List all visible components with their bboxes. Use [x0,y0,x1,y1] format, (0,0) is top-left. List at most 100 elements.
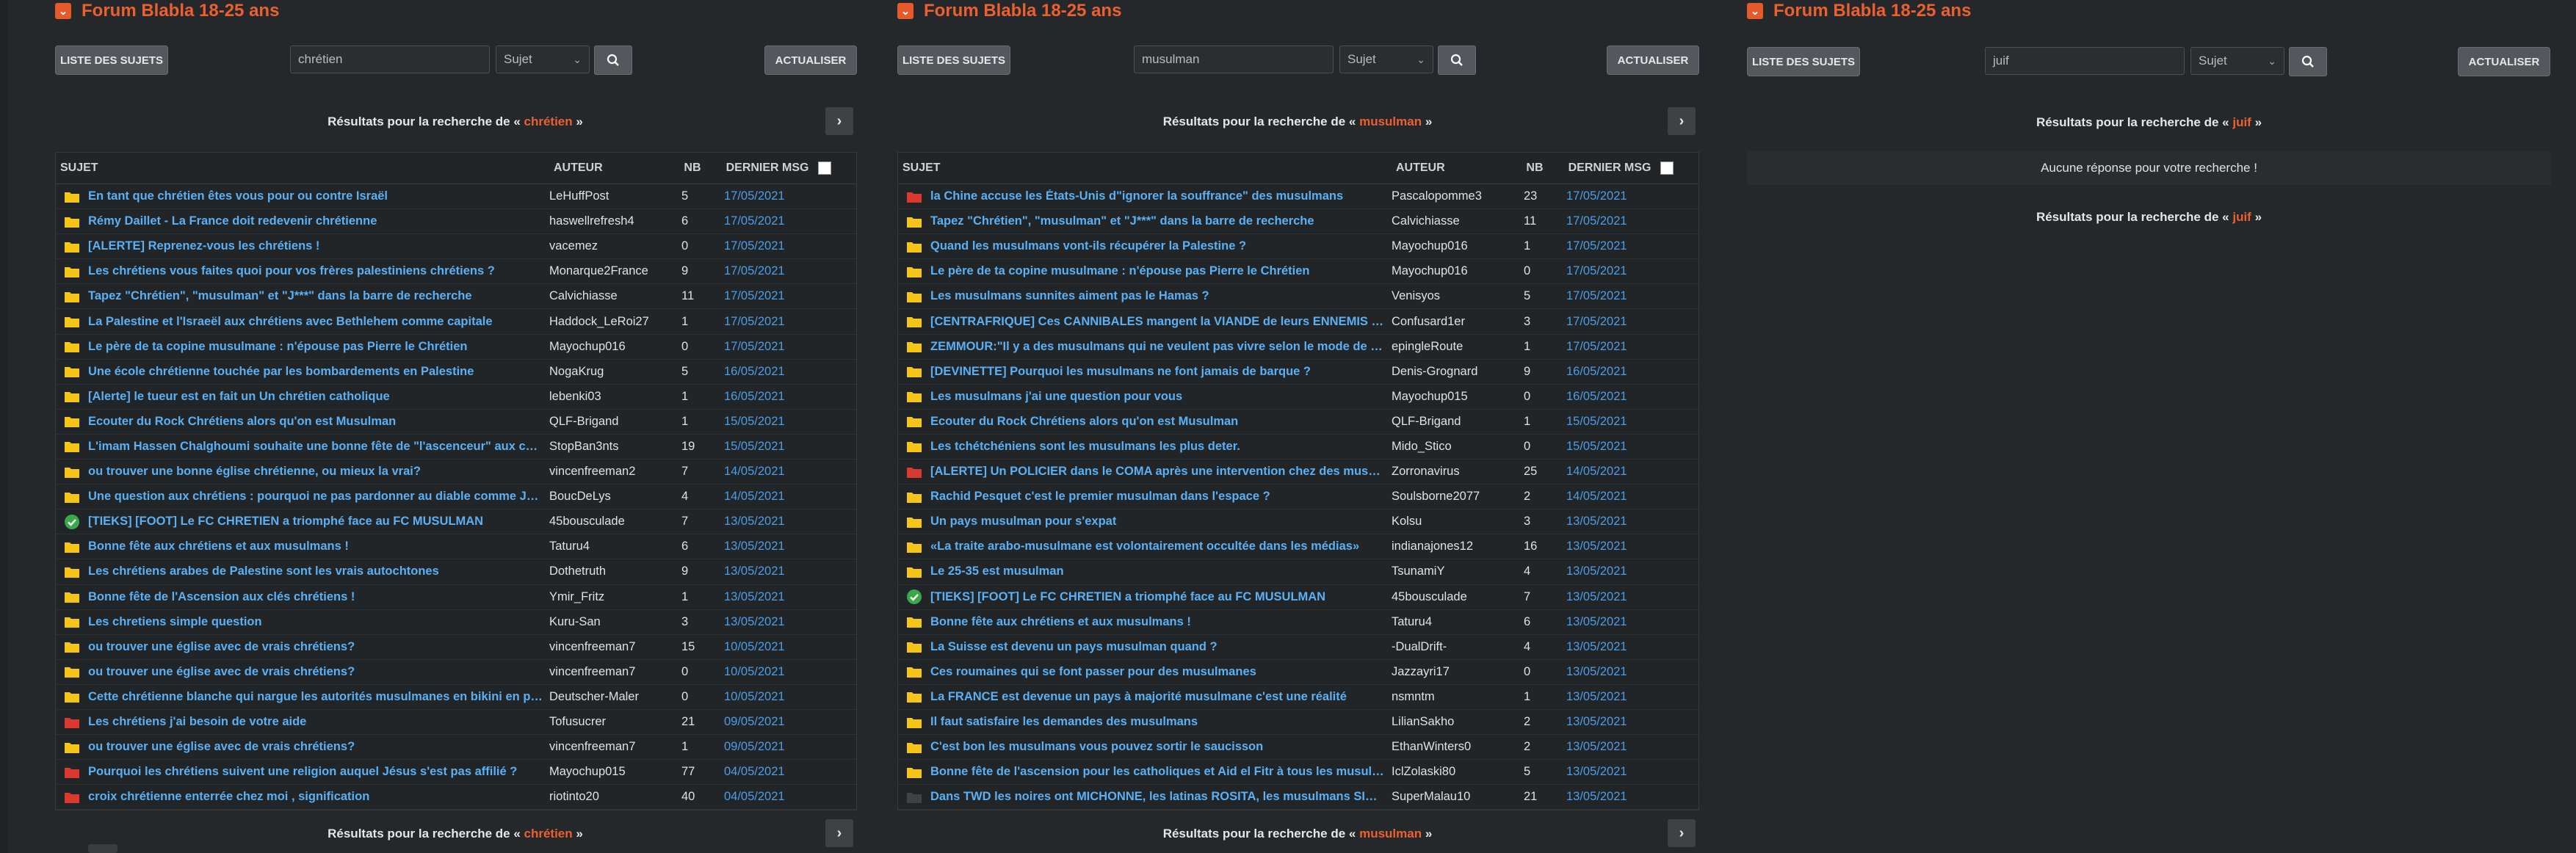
topic-author[interactable]: -DualDrift- [1392,640,1524,654]
table-row[interactable]: [ALERTE] Reprenez-vous les chrétiens ! va… [56,234,856,260]
topic-author[interactable]: Taturu4 [1392,615,1524,629]
topic-link[interactable]: ou trouver une bonne église chrétienne, … [88,465,549,479]
search-scope-select[interactable]: Sujet ⌄ [2190,47,2284,75]
forum-title[interactable]: Forum Blabla 18-25 ans [1773,1,1971,21]
topic-link[interactable]: En tant que chrétien êtes vous pour ou c… [88,189,549,203]
topic-link[interactable]: [Alerte] le tueur est en fait un Un chré… [88,390,549,404]
table-row[interactable]: La FRANCE est devenue un pays à majorité… [898,685,1698,710]
topic-author[interactable]: BoucDeLys [549,490,681,504]
last-message-date[interactable]: 16/05/2021 [724,365,827,379]
topic-author[interactable]: EthanWinters0 [1392,740,1524,754]
topic-link[interactable]: Rachid Pesquet c'est le premier musulman… [930,490,1392,504]
col-last-msg[interactable]: DERNIER MSG [726,161,856,175]
table-row[interactable]: Le 25-35 est musulman TsunamiY 4 13/05/2021 [898,559,1698,585]
last-message-date[interactable]: 13/05/2021 [1566,540,1669,553]
table-row[interactable]: Bonne fête de l'Ascension aux clés chrét… [56,585,856,610]
next-page-arrow[interactable]: › [825,107,853,135]
last-message-date[interactable]: 13/05/2021 [1566,740,1669,754]
topic-author[interactable]: Mayochup016 [549,340,681,354]
table-row[interactable]: Les chrétiens j'ai besoin de votre aide T… [56,710,856,736]
topic-link[interactable]: Le père de ta copine musulmane : n'épous… [88,340,549,354]
col-subject[interactable]: SUJET [898,161,1396,175]
topic-link[interactable]: Le 25-35 est musulman [930,565,1392,578]
list-topics-button[interactable]: LISTE DES SUJETS [1747,47,1860,76]
table-row[interactable]: [ALERTE] Un POLICIER dans le COMA après … [898,460,1698,485]
search-scope-select[interactable]: Sujet ⌄ [496,46,590,73]
topic-link[interactable]: Une école chrétienne touchée par les bom… [88,365,549,379]
topic-link[interactable]: Un pays musulman pour s'expat [930,515,1392,529]
last-message-date[interactable]: 09/05/2021 [724,715,827,729]
search-scope-select[interactable]: Sujet ⌄ [1339,46,1433,73]
last-message-date[interactable]: 13/05/2021 [1566,640,1669,654]
topic-author[interactable]: NogaKrug [549,365,681,379]
last-message-date[interactable]: 04/05/2021 [724,790,827,804]
last-message-date[interactable]: 13/05/2021 [1566,790,1669,804]
last-message-date[interactable]: 13/05/2021 [1566,615,1669,629]
last-message-date[interactable]: 17/05/2021 [1566,239,1669,253]
topic-author[interactable]: lebenki03 [549,390,681,404]
table-row[interactable]: Tapez "Chrétien", "musulman" et "J***" d… [56,284,856,310]
search-button[interactable] [594,46,632,75]
topic-author[interactable]: Soulsborne2077 [1392,490,1524,504]
topic-link[interactable]: C'est bon les musulmans vous pouvez sort… [930,740,1392,754]
table-row[interactable]: Bonne fête aux chrétiens et aux musulman… [898,610,1698,635]
topic-author[interactable]: Pascalopomme3 [1392,189,1524,203]
topic-link[interactable]: Ecouter du Rock Chrétiens alors qu'on es… [930,415,1392,429]
topic-author[interactable]: Jazzayri17 [1392,665,1524,679]
select-all-checkbox[interactable] [817,161,831,175]
last-message-date[interactable]: 13/05/2021 [1566,765,1669,779]
table-row[interactable]: [TIEKS] [FOOT] Le FC CHRETIEN a triomphé… [56,509,856,535]
last-message-date[interactable]: 16/05/2021 [1566,390,1669,404]
topic-link[interactable]: [ALERTE] Reprenez-vous les chrétiens ! [88,239,549,253]
topic-author[interactable]: Dothetruth [549,565,681,578]
select-all-checkbox[interactable] [1660,161,1674,175]
topic-link[interactable]: Tapez "Chrétien", "musulman" et "J***" d… [88,289,549,303]
table-row[interactable]: [DEVINETTE] Pourquoi les musulmans ne fo… [898,360,1698,385]
topic-link[interactable]: [DEVINETTE] Pourquoi les musulmans ne fo… [930,365,1392,379]
last-message-date[interactable]: 16/05/2021 [724,390,827,404]
last-message-date[interactable]: 13/05/2021 [1566,690,1669,704]
refresh-button[interactable]: ACTUALISER [1607,46,1699,75]
topic-author[interactable]: QLF-Brigand [1392,415,1524,429]
table-row[interactable]: L'imam Hassen Chalghoumi souhaite une bo… [56,435,856,460]
topic-author[interactable]: Mayochup015 [1392,390,1524,404]
last-message-date[interactable]: 13/05/2021 [724,590,827,604]
last-message-date[interactable]: 13/05/2021 [724,540,827,553]
topic-author[interactable]: Kolsu [1392,515,1524,529]
topic-link[interactable]: Cette chrétienne blanche qui nargue les … [88,690,549,704]
topic-link[interactable]: Bonne fête de l'Ascension aux clés chrét… [88,590,549,604]
topic-author[interactable]: Kuru-San [549,615,681,629]
topic-link[interactable]: [ALERTE] Un POLICIER dans le COMA après … [930,465,1392,479]
last-message-date[interactable]: 13/05/2021 [724,615,827,629]
topic-author[interactable]: indianajones12 [1392,540,1524,553]
last-message-date[interactable]: 13/05/2021 [1566,515,1669,529]
topic-author[interactable]: 45bousculade [1392,590,1524,604]
scrollbar-thumb[interactable] [88,844,117,853]
table-row[interactable]: «La traite arabo-musulmane est volontair… [898,534,1698,560]
topic-link[interactable]: Le père de ta copine musulmane : n'épous… [930,264,1392,278]
topic-author[interactable]: epingleRoute [1392,340,1524,354]
table-row[interactable]: La Palestine et l'Israeël aux chrétiens … [56,309,856,335]
topic-author[interactable]: Denis-Grognard [1392,365,1524,379]
list-topics-button[interactable]: LISTE DES SUJETS [55,46,168,75]
topic-link[interactable]: ZEMMOUR:"Il y a des musulmans qui ne veu… [930,340,1392,354]
topic-author[interactable]: Zorronavirus [1392,465,1524,479]
forum-title[interactable]: Forum Blabla 18-25 ans [82,1,279,21]
last-message-date[interactable]: 04/05/2021 [724,765,827,779]
refresh-button[interactable]: ACTUALISER [764,46,857,75]
topic-author[interactable]: Tofusucrer [549,715,681,729]
topic-author[interactable]: Haddock_LeRoi27 [549,315,681,329]
search-button[interactable] [1438,46,1476,75]
table-row[interactable]: Ces roumaines qui se font passer pour de… [898,660,1698,685]
refresh-button[interactable]: ACTUALISER [2458,47,2550,76]
topic-link[interactable]: Tapez "Chrétien", "musulman" et "J***" d… [930,214,1392,228]
topic-author[interactable]: IclZolaski80 [1392,765,1524,779]
table-row[interactable]: Il faut satisfaire les demandes des musu… [898,710,1698,736]
last-message-date[interactable]: 17/05/2021 [1566,289,1669,303]
last-message-date[interactable]: 14/05/2021 [1566,490,1669,504]
topic-author[interactable]: Mayochup016 [1392,239,1524,253]
table-row[interactable]: Rachid Pesquet c'est le premier musulman… [898,484,1698,510]
topic-link[interactable]: ou trouver une église avec de vrais chré… [88,640,549,654]
topic-link[interactable]: Bonne fête de l'ascension pour les catho… [930,765,1392,779]
topic-author[interactable]: Mayochup016 [1392,264,1524,278]
